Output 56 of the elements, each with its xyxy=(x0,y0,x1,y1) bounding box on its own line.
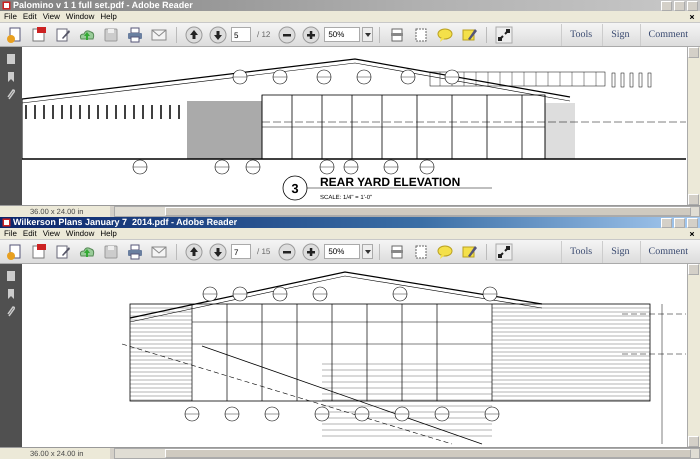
pdf-app-icon xyxy=(2,218,11,227)
panel-button[interactable]: Sign xyxy=(602,24,638,46)
pdf-file-icon[interactable] xyxy=(30,26,48,44)
close-icon[interactable] xyxy=(688,12,696,20)
menu-item[interactable]: Window xyxy=(66,228,94,238)
edit-icon[interactable] xyxy=(54,26,72,44)
vertical-scrollbar[interactable] xyxy=(687,264,700,447)
edit-icon[interactable] xyxy=(54,242,72,260)
print-icon[interactable] xyxy=(126,242,144,260)
panel-button[interactable]: Sign xyxy=(602,240,638,262)
expand-icon[interactable] xyxy=(495,26,514,44)
window-title: Palomino v 1 1 full set.pdf - Adobe Reader xyxy=(13,0,194,11)
zoom-out-icon[interactable] xyxy=(278,242,296,260)
horizontal-scrollbar[interactable] xyxy=(114,448,700,459)
page-count: / 15 xyxy=(257,247,270,256)
menu-item[interactable]: Edit xyxy=(22,12,37,22)
drawing-title: REAR YARD ELEVATION xyxy=(320,175,460,189)
menu-item[interactable]: File xyxy=(4,12,17,22)
page-number-field[interactable]: 5 xyxy=(231,27,251,42)
bookmark-icon[interactable] xyxy=(5,71,17,83)
menu-item[interactable]: File xyxy=(4,228,17,238)
page-number-field[interactable]: 7 xyxy=(231,244,251,259)
panel-button[interactable]: Tools xyxy=(561,24,600,46)
dropdown-button[interactable] xyxy=(362,244,374,259)
caret-icon xyxy=(364,32,371,36)
close-icon[interactable] xyxy=(688,230,696,238)
panel-button[interactable]: Comment xyxy=(640,24,696,46)
pages-icon[interactable] xyxy=(5,270,17,282)
zoom-in-icon[interactable] xyxy=(302,26,320,44)
menu-item[interactable]: View xyxy=(42,228,60,238)
vertical-scrollbar[interactable] xyxy=(687,47,700,205)
menu-item[interactable]: Edit xyxy=(22,228,37,238)
page-count: / 12 xyxy=(257,30,270,39)
drawing-number: 3 xyxy=(291,181,299,196)
panel-button[interactable]: Tools xyxy=(561,240,600,262)
paperclip-icon[interactable] xyxy=(5,89,17,101)
horizontal-scrollbar[interactable] xyxy=(114,206,700,217)
menu-item[interactable]: View xyxy=(42,12,60,22)
menu-item[interactable]: Help xyxy=(100,12,117,22)
expand-icon[interactable] xyxy=(495,242,514,260)
bookmark-icon[interactable] xyxy=(5,288,17,300)
zoom-out-icon[interactable] xyxy=(278,26,296,44)
window-title: Wilkerson Plans January 7 2014.pdf - Adobe Reader xyxy=(13,217,238,228)
zoom-field[interactable]: 50% xyxy=(324,27,360,42)
dropdown-button[interactable] xyxy=(362,27,374,42)
zoom-field[interactable]: 50% xyxy=(324,244,360,259)
caret-icon xyxy=(364,250,371,254)
zoom-in-icon[interactable] xyxy=(302,242,320,260)
menu-item[interactable]: Window xyxy=(66,12,94,22)
pages-icon[interactable] xyxy=(5,53,17,65)
print-icon[interactable] xyxy=(126,26,144,44)
panel-button[interactable]: Comment xyxy=(640,240,696,262)
menu-item[interactable]: Help xyxy=(100,228,117,238)
paperclip-icon[interactable] xyxy=(5,306,17,318)
pdf-file-icon[interactable] xyxy=(30,242,48,260)
pdf-app-icon xyxy=(2,1,11,10)
